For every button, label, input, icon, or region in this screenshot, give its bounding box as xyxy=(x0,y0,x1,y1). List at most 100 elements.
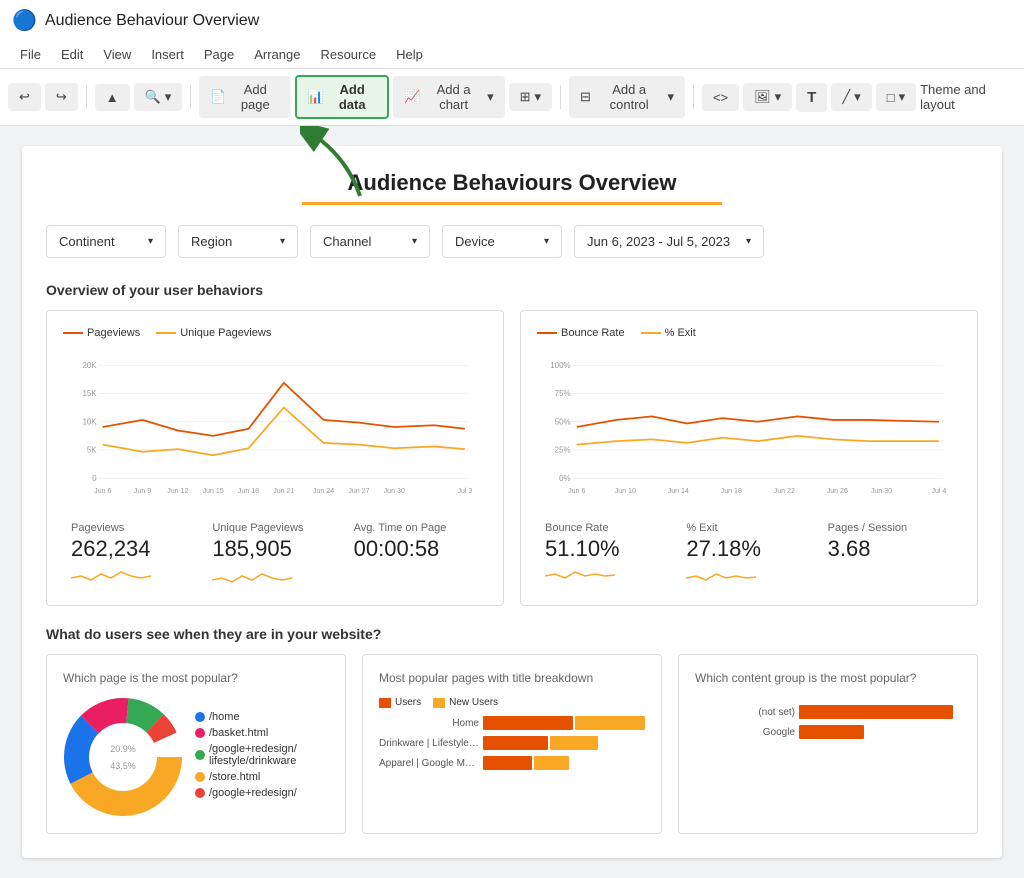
chart1-legend: Pageviews Unique Pageviews xyxy=(63,327,487,339)
menu-item-help[interactable]: Help xyxy=(388,43,431,66)
drinkware-label: /google+redesign/lifestyle/drinkware xyxy=(209,743,297,767)
cursor-icon: ▲ xyxy=(106,90,119,105)
chart2-legend: Bounce Rate % Exit xyxy=(537,327,961,339)
bounce-rate-metric-value: 51.10% xyxy=(545,536,670,562)
legend-basket: /basket.html xyxy=(195,727,297,739)
popular-pages-bars: Home Drinkware | Lifestyle | Google Merc… xyxy=(379,716,645,770)
component-chevron: ▾ xyxy=(535,89,542,105)
control-icon: ⊟ xyxy=(580,89,591,105)
donut-chart: 20.9% 43.5% xyxy=(63,697,183,817)
component-button[interactable]: ⊞ ▾ xyxy=(509,83,552,111)
cbar-google-track xyxy=(799,725,961,739)
app-icon: 🔵 xyxy=(12,8,37,33)
cbar-notset-track xyxy=(799,705,961,719)
add-chart-icon: 📈 xyxy=(404,89,420,105)
hbar-drinkware-track xyxy=(483,736,645,750)
chart-row-1: Pageviews Unique Pageviews 2 xyxy=(46,310,978,606)
channel-filter[interactable]: Channel ▾ xyxy=(310,225,430,258)
popular-pages-title: Most popular pages with title breakdown xyxy=(379,671,645,685)
hbar-home-track xyxy=(483,716,645,730)
cbar-google-label: Google xyxy=(695,727,795,738)
svg-text:Jun 27: Jun 27 xyxy=(348,488,369,495)
zoom-button[interactable]: 🔍 ▾ xyxy=(134,83,183,111)
bounce-rate-legend-label: Bounce Rate xyxy=(561,327,625,339)
bounce-rate-legend-line xyxy=(537,332,557,334)
svg-text:43.5%: 43.5% xyxy=(110,761,136,771)
cbar-google-bar xyxy=(799,725,864,739)
arrow-annotation xyxy=(300,126,420,206)
menu-item-file[interactable]: File xyxy=(12,43,49,66)
menu-item-arrange[interactable]: Arrange xyxy=(246,43,308,66)
add-chart-button[interactable]: 📈 Add a chart ▾ xyxy=(393,76,505,118)
exit-legend-label: % Exit xyxy=(665,327,696,339)
menu-item-view[interactable]: View xyxy=(95,43,139,66)
separator-3 xyxy=(560,85,561,109)
bottom-row: Which page is the most popular? 20.9% 43… xyxy=(46,654,978,834)
undo-button[interactable]: ↩ xyxy=(8,83,41,111)
region-label: Region xyxy=(191,234,232,249)
unique-pageviews-legend-label: Unique Pageviews xyxy=(180,327,271,339)
add-data-icon: 📊 xyxy=(307,89,323,105)
cbar-notset-bar xyxy=(799,705,953,719)
date-label: Jun 6, 2023 - Jul 5, 2023 xyxy=(587,234,730,249)
theme-layout-button[interactable]: Theme and layout xyxy=(920,82,1016,112)
shape-button[interactable]: □ ▾ xyxy=(876,83,916,111)
date-filter[interactable]: Jun 6, 2023 - Jul 5, 2023 ▾ xyxy=(574,225,764,258)
svg-text:Jun 30: Jun 30 xyxy=(871,488,892,495)
shape-chevron-icon: ▾ xyxy=(899,89,906,105)
device-filter[interactable]: Device ▾ xyxy=(442,225,562,258)
legend-home: /home xyxy=(195,711,297,723)
channel-chevron-icon: ▾ xyxy=(412,236,417,247)
avg-time-metric-label: Avg. Time on Page xyxy=(354,522,479,534)
svg-text:15K: 15K xyxy=(82,389,97,398)
continent-filter[interactable]: Continent ▾ xyxy=(46,225,166,258)
channel-label: Channel xyxy=(323,234,371,249)
popular-pages-legend: Users New Users xyxy=(379,697,645,708)
svg-text:Jun 26: Jun 26 xyxy=(827,488,848,495)
pages-session-metric: Pages / Session 3.68 xyxy=(820,522,961,589)
popular-page-card: Which page is the most popular? 20.9% 43… xyxy=(46,654,346,834)
menu-item-page[interactable]: Page xyxy=(196,43,242,66)
new-users-legend-label: New Users xyxy=(449,697,498,708)
content-group-bars: (not set) Google xyxy=(695,705,961,739)
pageviews-legend-line xyxy=(63,332,83,334)
menu-item-insert[interactable]: Insert xyxy=(143,43,192,66)
pageviews-legend-label: Pageviews xyxy=(87,327,140,339)
unique-pageviews-metric: Unique Pageviews 185,905 xyxy=(204,522,345,589)
app-title: Audience Behaviour Overview xyxy=(45,12,259,30)
pageviews-metric-value: 262,234 xyxy=(71,536,196,562)
menu-item-edit[interactable]: Edit xyxy=(53,43,91,66)
image-chevron-icon: ▾ xyxy=(775,89,782,105)
main-content: Audience Behaviours Overview Continent ▾… xyxy=(0,146,1024,858)
zoom-icon: 🔍 xyxy=(145,89,161,105)
line-button[interactable]: ╱ ▾ xyxy=(831,83,871,111)
cbar-notset: (not set) xyxy=(695,705,961,719)
pages-session-metric-label: Pages / Session xyxy=(828,522,953,534)
code-button[interactable]: <> xyxy=(702,84,739,111)
report-title: Audience Behaviours Overview xyxy=(46,170,978,196)
new-users-legend-box xyxy=(433,698,445,708)
image-button[interactable]: 🖼 ▾ xyxy=(743,83,792,111)
text-button[interactable]: T xyxy=(796,83,827,112)
region-filter[interactable]: Region ▾ xyxy=(178,225,298,258)
popular-page-title: Which page is the most popular? xyxy=(63,671,329,685)
line-chevron-icon: ▾ xyxy=(854,89,861,105)
add-page-icon: 📄 xyxy=(210,89,226,105)
donut-area: 20.9% 43.5% /home /basket.html xyxy=(63,697,329,817)
add-data-button[interactable]: 📊 Add data xyxy=(295,75,389,119)
zoom-chevron: ▾ xyxy=(165,89,172,105)
svg-text:20K: 20K xyxy=(82,361,97,370)
menu-item-resource[interactable]: Resource xyxy=(312,43,384,66)
bounce-rate-line-chart: 100% 75% 50% 25% 0% Jun 6 Jun 10 Jun 14 … xyxy=(537,347,961,507)
bounce-rate-chart-card: Bounce Rate % Exit 100% 75% 50 xyxy=(520,310,978,606)
select-tool-button[interactable]: ▲ xyxy=(95,84,130,111)
exit-metric: % Exit 27.18% xyxy=(678,522,819,589)
redo-button[interactable]: ↪ xyxy=(45,83,78,111)
bounce-rate-metric-label: Bounce Rate xyxy=(545,522,670,534)
add-page-button[interactable]: 📄 Add page xyxy=(199,76,291,118)
hbar-drinkware-newusers xyxy=(550,736,599,750)
svg-text:Jun 12: Jun 12 xyxy=(167,488,188,495)
google-label: /google+redesign/ xyxy=(209,787,297,799)
add-control-button[interactable]: ⊟ Add a control ▾ xyxy=(569,76,685,118)
pageviews-sparkline xyxy=(71,566,151,586)
